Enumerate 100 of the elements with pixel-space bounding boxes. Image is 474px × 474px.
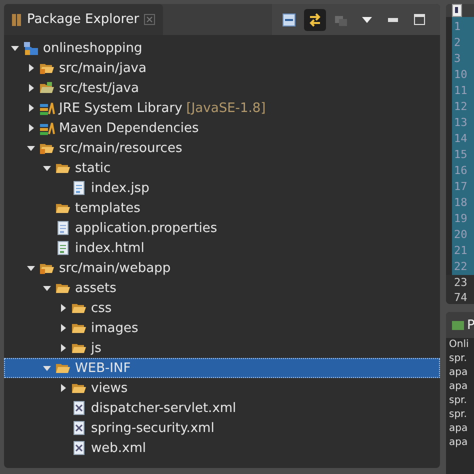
source-folder-icon xyxy=(39,61,55,75)
folder-icon xyxy=(55,201,71,215)
collapsed-arrow-icon[interactable] xyxy=(26,123,36,133)
tree-item-label: templates xyxy=(75,200,140,216)
view-tab[interactable]: Package Explorer xyxy=(4,4,164,35)
line-number: 23 xyxy=(446,275,474,290)
tree-item-label: static xyxy=(75,160,111,176)
caret-icon xyxy=(362,16,372,22)
tree-item[interactable]: src/test/java xyxy=(4,78,440,98)
folder-icon xyxy=(71,301,87,315)
console-line: Onli xyxy=(448,338,470,352)
collapsed-arrow-icon[interactable] xyxy=(26,63,36,73)
console-line: apa xyxy=(448,380,469,394)
line-number: 21 xyxy=(453,243,468,259)
line-number: 10 xyxy=(453,67,468,83)
tree-item[interactable]: css xyxy=(4,298,440,318)
collapsed-arrow-icon[interactable] xyxy=(58,323,68,333)
source-folder-icon xyxy=(39,261,55,275)
expanded-arrow-icon[interactable] xyxy=(26,263,36,273)
file-icon xyxy=(55,221,71,235)
tree-item[interactable]: views xyxy=(4,378,440,398)
folder-icon xyxy=(55,281,71,295)
tree-item-label: css xyxy=(91,300,112,316)
tree-item[interactable]: Maven Dependencies xyxy=(4,118,440,138)
console-line: spr. xyxy=(448,394,468,408)
expanded-arrow-icon[interactable] xyxy=(26,143,36,153)
line-number: 13 xyxy=(453,115,468,131)
tree-item-label: js xyxy=(91,340,102,356)
console-line: apa xyxy=(448,436,469,450)
tree-item[interactable]: index.html xyxy=(4,238,440,258)
tree-item-label: assets xyxy=(75,280,116,296)
tree-item[interactable]: JRE System Library [JavaSE-1.8] xyxy=(4,98,440,118)
folder-icon xyxy=(71,321,87,335)
expanded-arrow-icon[interactable] xyxy=(42,363,52,373)
tree-item-label: dispatcher-servlet.xml xyxy=(91,400,236,416)
maximize-icon xyxy=(414,14,424,25)
xml-file-icon xyxy=(71,401,87,415)
tree-item-label: JRE System Library xyxy=(59,100,182,116)
tree-item[interactable]: onlineshopping xyxy=(4,38,440,58)
source-folder-icon xyxy=(39,141,55,155)
collapsed-arrow-icon[interactable] xyxy=(58,383,68,393)
line-number: 14 xyxy=(453,131,468,147)
tree-item[interactable]: src/main/webapp xyxy=(4,258,440,278)
tree-item-label: views xyxy=(91,380,128,396)
tree-item-label: index.html xyxy=(75,240,144,256)
folder-icon xyxy=(71,381,87,395)
tree-item-label: web.xml xyxy=(91,440,146,456)
console-line: apa xyxy=(448,422,469,436)
library-icon xyxy=(39,101,55,115)
line-number: 15 xyxy=(453,147,468,163)
line-number: 20 xyxy=(453,227,468,243)
tree-item-label: src/main/resources xyxy=(59,140,182,156)
collapsed-arrow-icon[interactable] xyxy=(26,103,36,113)
file-icon xyxy=(71,181,87,195)
console-line: apa xyxy=(448,366,469,380)
line-number: 17 xyxy=(453,179,468,195)
tree-item[interactable]: templates xyxy=(4,198,440,218)
line-number: 16 xyxy=(453,163,468,179)
tree-item-label: Maven Dependencies xyxy=(59,120,199,136)
folder-icon xyxy=(71,341,87,355)
xml-file-icon xyxy=(71,421,87,435)
tree-item[interactable]: static xyxy=(4,158,440,178)
tree-item[interactable]: dispatcher-servlet.xml xyxy=(4,398,440,418)
console-line: spr. xyxy=(448,352,468,366)
minimize-icon xyxy=(388,18,398,22)
view-title: Package Explorer xyxy=(27,12,140,27)
line-number: 18 xyxy=(453,195,468,211)
tree-item[interactable]: application.properties xyxy=(4,218,440,238)
console-icon xyxy=(452,319,464,331)
xml-file-icon xyxy=(71,441,87,455)
toolbar-button[interactable] xyxy=(304,8,326,30)
line-number: 12 xyxy=(453,99,468,115)
tree-item[interactable]: js xyxy=(4,338,440,358)
library-icon xyxy=(39,121,55,135)
tree-item-label: index.jsp xyxy=(91,180,150,196)
tree-item-label: application.properties xyxy=(75,220,218,236)
expanded-arrow-icon[interactable] xyxy=(42,163,52,173)
collapse-all-icon xyxy=(282,12,296,26)
tree-item-label: src/test/java xyxy=(59,80,139,96)
tree-item[interactable]: spring-security.xml xyxy=(4,418,440,438)
close-icon[interactable] xyxy=(144,14,156,25)
collapsed-arrow-icon[interactable] xyxy=(58,343,68,353)
collapsed-arrow-icon[interactable] xyxy=(58,303,68,313)
project-icon xyxy=(23,41,39,55)
tree-item[interactable]: src/main/java xyxy=(4,58,440,78)
tree-item-label: images xyxy=(91,320,138,336)
tree-item[interactable]: assets xyxy=(4,278,440,298)
line-number: 11 xyxy=(453,83,468,99)
tree-item[interactable]: index.jsp xyxy=(4,178,440,198)
expanded-arrow-icon[interactable] xyxy=(10,43,20,53)
collapsed-arrow-icon[interactable] xyxy=(26,83,36,93)
tree-item[interactable]: src/main/resources xyxy=(4,138,440,158)
tree-item[interactable]: web.xml xyxy=(4,438,440,458)
tree-item[interactable]: WEB-INF xyxy=(4,358,440,378)
swap-arrows-icon xyxy=(308,12,322,26)
line-number: 3 xyxy=(453,51,462,67)
expanded-arrow-icon[interactable] xyxy=(42,283,52,293)
tree-item[interactable]: images xyxy=(4,318,440,338)
file-icon xyxy=(55,241,71,255)
console-line: spr. xyxy=(448,408,468,422)
